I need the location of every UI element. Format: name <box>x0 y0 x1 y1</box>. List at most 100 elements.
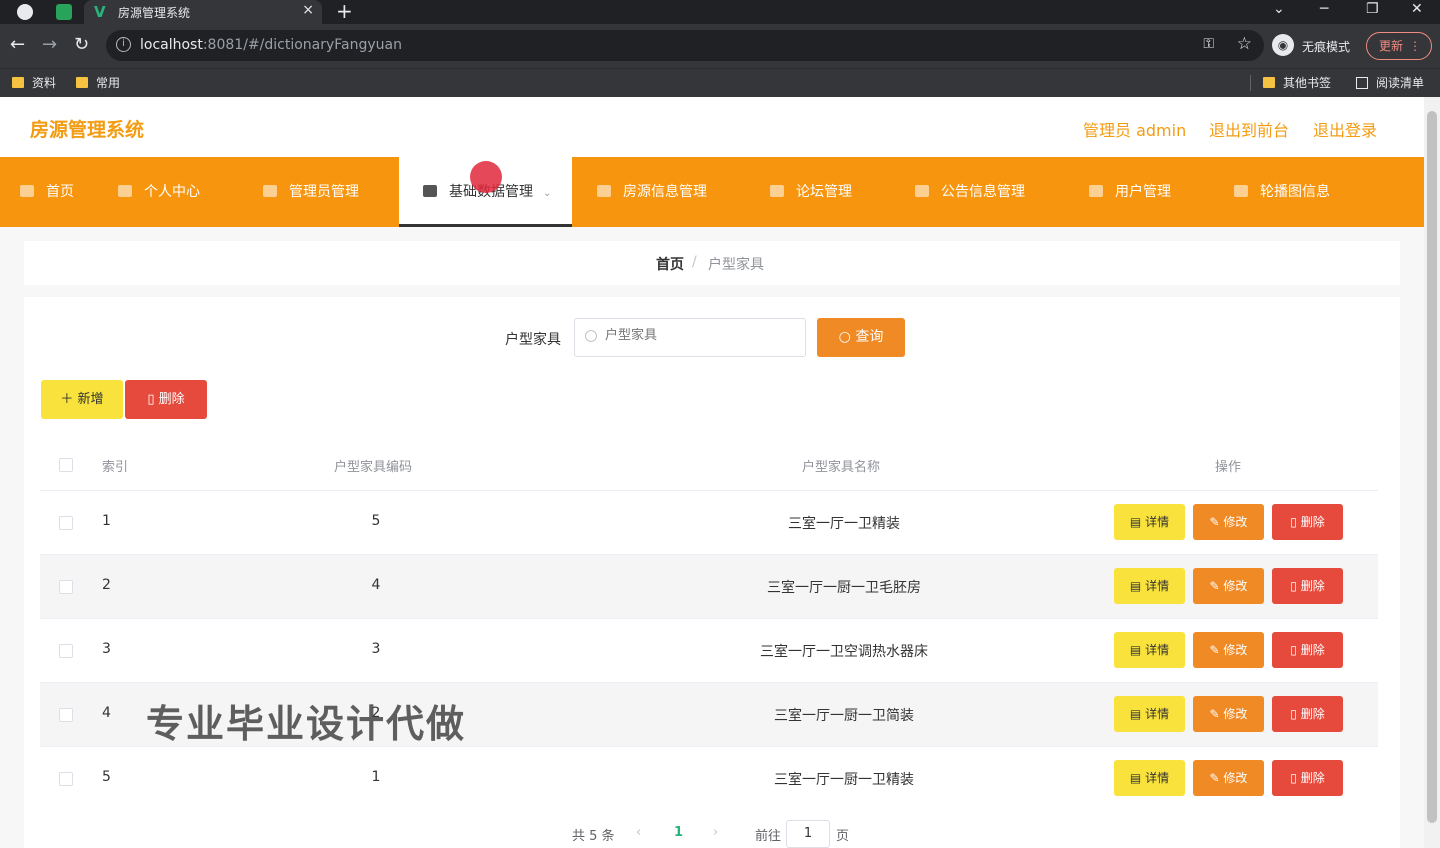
search-icon: ○ <box>838 329 856 345</box>
edit-button[interactable]: ✎ 修改 <box>1193 632 1264 668</box>
address-bar[interactable]: i localhost:8081/#/dictionaryFangyuan ⚿ … <box>106 30 1264 61</box>
delete-button[interactable]: ▯ 删除 <box>1272 696 1343 732</box>
next-page-icon[interactable]: › <box>713 825 718 840</box>
site-info-icon[interactable]: i <box>116 37 131 52</box>
detail-button[interactable]: ▤ 详情 <box>1114 632 1185 668</box>
restore-window-icon[interactable]: ❐ <box>1366 0 1379 18</box>
back-arrow-icon[interactable]: ← <box>10 34 25 56</box>
detail-button[interactable]: ▤ 详情 <box>1114 696 1185 732</box>
nav-admin-management[interactable]: 管理员管理 <box>263 157 359 227</box>
page-scrollbar[interactable] <box>1424 97 1440 848</box>
folder-icon <box>1263 77 1275 88</box>
edit-button[interactable]: ✎ 修改 <box>1193 568 1264 604</box>
nav-users[interactable]: 用户管理 <box>1089 157 1171 227</box>
admin-user-link[interactable]: 管理员 admin <box>1083 117 1186 141</box>
nav-property-info[interactable]: 房源信息管理 <box>597 157 707 227</box>
edit-button[interactable]: ✎ 修改 <box>1193 696 1264 732</box>
pagination: 共 5 条 ‹ 1 › 前往 1 页 <box>0 819 1424 848</box>
watermark-overlay: 专业毕业设计代做 <box>146 702 467 746</box>
edit-button[interactable]: ✎ 修改 <box>1193 760 1264 796</box>
breadcrumb-home[interactable]: 首页 <box>656 254 684 274</box>
edit-button[interactable]: ✎ 修改 <box>1193 504 1264 540</box>
url-text[interactable]: localhost:8081/#/dictionaryFangyuan <box>140 37 402 53</box>
pencil-icon: ✎ <box>1209 579 1224 593</box>
browser-globe-icon[interactable] <box>17 4 33 20</box>
bulk-delete-button[interactable]: ▯ 删除 <box>125 380 207 419</box>
nav-profile[interactable]: 个人中心 <box>118 157 200 227</box>
update-button[interactable]: 更新 ⋮ <box>1366 32 1432 60</box>
goto-page-input[interactable]: 1 <box>786 820 830 848</box>
table-row: 5 1 三室一厅一厨一卫精装 ▤ 详情 ✎ 修改 ▯ 删除 <box>40 746 1378 810</box>
bookmark-folder-ziliao[interactable]: 资料 <box>12 74 56 91</box>
delete-button[interactable]: ▯ 删除 <box>1272 504 1343 540</box>
tab-close-icon[interactable]: × <box>302 2 314 18</box>
close-window-icon[interactable]: ✕ <box>1411 0 1423 18</box>
goto-label: 前往 <box>755 829 782 844</box>
forward-arrow-icon[interactable]: → <box>42 34 57 56</box>
detail-button[interactable]: ▤ 详情 <box>1114 568 1185 604</box>
detail-button[interactable]: ▤ 详情 <box>1114 760 1185 796</box>
scrollbar-thumb[interactable] <box>1427 111 1437 823</box>
row-checkbox[interactable] <box>59 516 73 530</box>
table-row: 1 5 三室一厅一卫精装 ▤ 详情 ✎ 修改 ▯ 删除 <box>40 490 1378 554</box>
row-checkbox[interactable] <box>59 644 73 658</box>
bookmark-folder-other[interactable]: 其他书签 <box>1263 74 1331 91</box>
pagination-total: 共 5 条 <box>572 829 615 844</box>
more-menu-icon[interactable]: ⋮ <box>1409 33 1421 59</box>
bookmarks-divider <box>1250 75 1251 91</box>
users-icon <box>1089 185 1103 197</box>
cell-index: 5 <box>102 769 111 785</box>
page-number-current[interactable]: 1 <box>674 825 683 840</box>
bookmark-star-icon[interactable]: ☆ <box>1237 34 1252 54</box>
search-icon <box>585 330 597 342</box>
folder-icon <box>76 77 88 88</box>
nav-carousel[interactable]: 轮播图信息 <box>1234 157 1330 227</box>
detail-button[interactable]: ▤ 详情 <box>1114 504 1185 540</box>
search-button[interactable]: ○ 查询 <box>817 318 905 357</box>
nav-home[interactable]: 首页 <box>20 157 74 227</box>
cell-name: 三室一厅一厨一卫毛胚房 <box>767 580 921 596</box>
back-to-frontend-link[interactable]: 退出到前台 <box>1209 117 1289 141</box>
app-header: 房源管理系统 管理员 admin 退出到前台 退出登录 <box>0 97 1424 157</box>
select-all-checkbox[interactable] <box>59 458 73 472</box>
vue-favicon-icon: V <box>94 3 106 21</box>
trash-icon: ▯ <box>1290 771 1301 785</box>
app-title: 房源管理系统 <box>30 119 145 141</box>
document-icon: ▤ <box>1129 515 1146 529</box>
document-icon: ▤ <box>1129 579 1146 593</box>
row-checkbox[interactable] <box>59 708 73 722</box>
minimize-window-icon[interactable]: ─ <box>1320 0 1328 18</box>
pencil-icon: ✎ <box>1209 515 1224 529</box>
trash-icon: ▯ <box>1290 707 1301 721</box>
prev-page-icon[interactable]: ‹ <box>636 825 641 840</box>
data-table: 索引 户型家具编码 户型家具名称 操作 1 5 三室一厅一卫精装 ▤ 详情 ✎ … <box>40 440 1378 810</box>
table-row: 3 3 三室一厅一卫空调热水器床 ▤ 详情 ✎ 修改 ▯ 删除 <box>40 618 1378 682</box>
add-button[interactable]: ＋ 新增 <box>41 380 123 419</box>
tab-search-chevron-icon[interactable]: ⌄ <box>1273 0 1285 18</box>
folder-icon <box>423 185 437 197</box>
update-label: 更新 <box>1379 39 1404 53</box>
reading-list-button[interactable]: 阅读清单 <box>1356 74 1424 91</box>
delete-button[interactable]: ▯ 删除 <box>1272 632 1343 668</box>
search-field[interactable] <box>574 318 806 357</box>
bookmark-folder-changyong[interactable]: 常用 <box>76 74 120 91</box>
sheet-app-icon[interactable] <box>56 4 72 20</box>
reload-icon[interactable]: ↻ <box>74 34 89 56</box>
page-suffix: 页 <box>836 829 850 844</box>
row-checkbox[interactable] <box>59 580 73 594</box>
row-checkbox[interactable] <box>59 772 73 786</box>
search-input[interactable] <box>605 328 795 343</box>
search-label: 户型家具 <box>505 332 561 348</box>
trash-icon: ▯ <box>1290 515 1301 529</box>
delete-button[interactable]: ▯ 删除 <box>1272 760 1343 796</box>
trash-icon: ▯ <box>1290 643 1301 657</box>
delete-button[interactable]: ▯ 删除 <box>1272 568 1343 604</box>
browser-tab[interactable]: V 房源管理系统 × <box>84 0 322 24</box>
cell-index: 2 <box>102 577 111 593</box>
logout-link[interactable]: 退出登录 <box>1313 117 1377 141</box>
new-tab-button[interactable]: + <box>336 0 353 22</box>
password-key-icon[interactable]: ⚿ <box>1203 36 1214 52</box>
nav-forum[interactable]: 论坛管理 <box>770 157 852 227</box>
nav-announcements[interactable]: 公告信息管理 <box>915 157 1025 227</box>
chat-icon <box>263 185 277 197</box>
